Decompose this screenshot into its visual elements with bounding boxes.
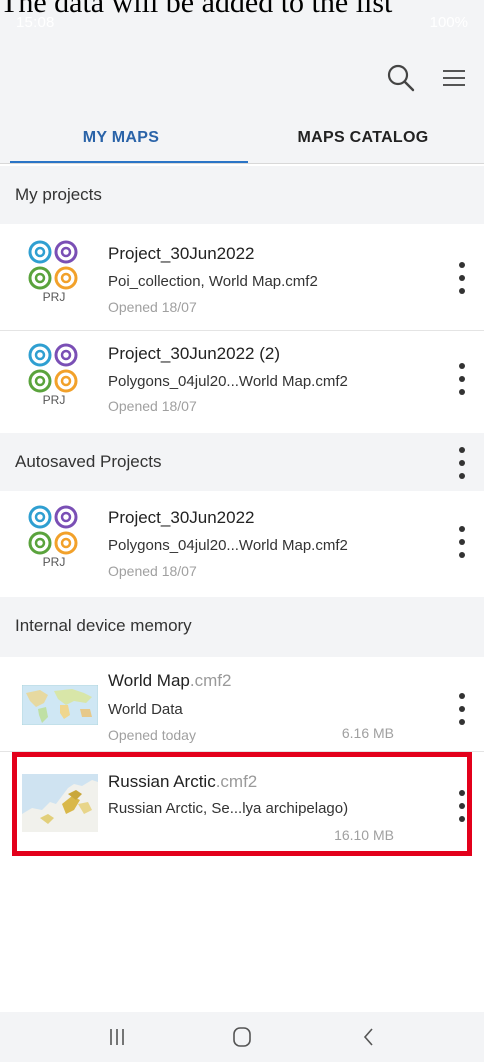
search-icon[interactable] xyxy=(385,62,417,94)
item-opened: Opened 18/07 xyxy=(108,398,197,414)
tab-maps-catalog[interactable]: MAPS CATALOG xyxy=(242,116,484,164)
item-subtitle: World Data xyxy=(108,701,183,718)
recents-icon[interactable] xyxy=(102,1024,132,1050)
item-opened: Opened 18/07 xyxy=(108,563,197,579)
section-title: Autosaved Projects xyxy=(15,452,162,471)
list-item-project[interactable]: PRJ Project_30Jun2022 Polygons_04jul20..… xyxy=(0,491,484,597)
item-subtitle: Poi_collection, World Map.cmf2 xyxy=(108,273,318,290)
tab-divider xyxy=(0,163,484,164)
more-options-icon[interactable] xyxy=(452,260,472,296)
section-title: Internal device memory xyxy=(15,616,192,635)
app-bar xyxy=(0,44,484,116)
project-icon: PRJ xyxy=(26,505,86,575)
item-title: Project_30Jun2022 xyxy=(108,508,255,527)
map-name: World Map xyxy=(108,671,190,690)
list-item-map[interactable]: World Map.cmf2 World Data Opened today 6… xyxy=(0,657,484,752)
system-nav-bar xyxy=(0,1012,484,1062)
more-options-icon[interactable] xyxy=(452,361,472,397)
item-title: World Map.cmf2 xyxy=(108,671,231,691)
home-icon[interactable] xyxy=(227,1024,257,1050)
item-opened: Opened today xyxy=(108,727,196,743)
prj-label: PRJ xyxy=(42,393,66,407)
map-extension: .cmf2 xyxy=(189,671,232,690)
highlight-frame xyxy=(12,752,472,856)
project-icon: PRJ xyxy=(26,240,86,310)
back-icon[interactable] xyxy=(354,1024,384,1050)
more-options-icon[interactable] xyxy=(452,691,472,727)
map-thumbnail xyxy=(21,684,99,741)
prj-label: PRJ xyxy=(42,290,66,304)
list-item-project[interactable]: PRJ Project_30Jun2022 Poi_collection, Wo… xyxy=(0,228,484,331)
tab-my-maps[interactable]: MY MAPS xyxy=(0,116,242,164)
section-header-internal-memory: Internal device memory xyxy=(0,597,484,657)
section-title: My projects xyxy=(15,185,102,204)
tab-bar: MY MAPS MAPS CATALOG xyxy=(0,116,484,164)
list-item-project[interactable]: PRJ Project_30Jun2022 (2) Polygons_04jul… xyxy=(0,331,484,433)
item-subtitle: Polygons_04jul20...World Map.cmf2 xyxy=(108,373,348,390)
overlay-caption: The data will be added to the list xyxy=(0,0,393,19)
project-icon: PRJ xyxy=(26,343,86,413)
prj-label: PRJ xyxy=(42,555,66,569)
section-header-my-projects: My projects xyxy=(0,166,484,224)
item-opened: Opened 18/07 xyxy=(108,299,197,315)
item-title: Project_30Jun2022 (2) xyxy=(108,344,281,363)
file-size: 6.16 MB xyxy=(341,725,394,741)
item-subtitle: Polygons_04jul20...World Map.cmf2 xyxy=(108,537,348,554)
section-header-autosaved: Autosaved Projects xyxy=(0,433,484,491)
item-title: Project_30Jun2022 xyxy=(108,244,255,263)
more-options-icon[interactable] xyxy=(452,524,472,560)
hamburger-icon[interactable] xyxy=(440,64,468,92)
more-options-icon[interactable] xyxy=(452,445,472,481)
